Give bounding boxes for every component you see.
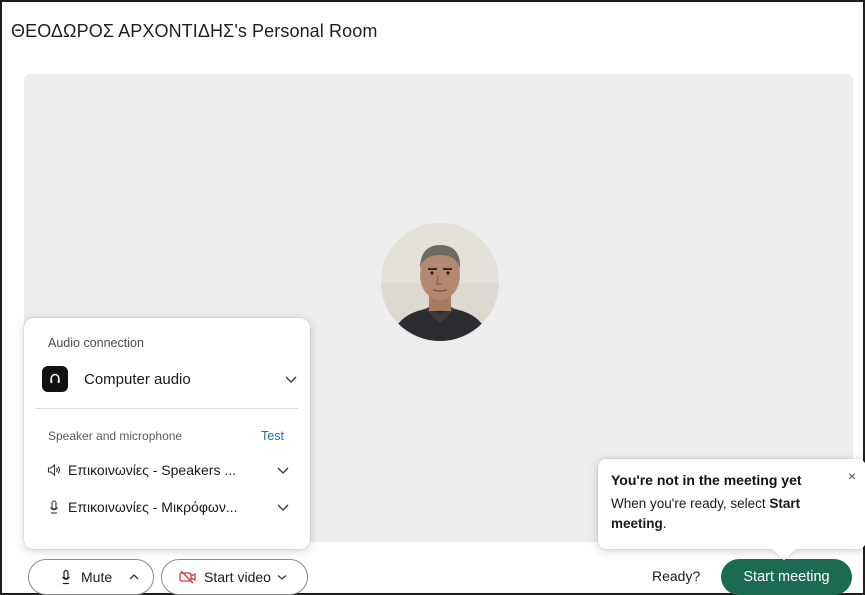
audio-connection-select[interactable]: Computer audio bbox=[42, 365, 298, 393]
microphone-icon bbox=[62, 569, 70, 585]
audio-connection-label: Computer audio bbox=[84, 370, 191, 388]
mute-label: Mute bbox=[81, 569, 113, 585]
headset-icon bbox=[42, 366, 68, 392]
app-window: ΘΕΟΔΩΡΟΣ ΑΡΧΟΝΤΙΔΗΣ's Personal Room Audi… bbox=[0, 0, 865, 595]
ready-label: Ready? bbox=[652, 568, 701, 584]
microphone-device-label: Επικοινωνίες - Μικρόφων... bbox=[68, 499, 238, 515]
user-avatar bbox=[381, 223, 499, 341]
speaker-device-label: Επικοινωνίες - Speakers ... bbox=[68, 462, 237, 478]
chevron-down-icon bbox=[277, 467, 289, 474]
room-title: ΘΕΟΔΩΡΟΣ ΑΡΧΟΝΤΙΔΗΣ's Personal Room bbox=[11, 21, 378, 41]
speaker-device-select[interactable]: Επικοινωνίες - Speakers ... bbox=[46, 459, 290, 481]
speaker-icon bbox=[47, 463, 60, 477]
user-photo-icon bbox=[381, 223, 499, 341]
divider bbox=[36, 408, 298, 409]
microphone-device-select[interactable]: Επικοινωνίες - Μικρόφων... bbox=[46, 496, 290, 518]
test-audio-link[interactable]: Test bbox=[261, 429, 284, 443]
start-video-label: Start video bbox=[204, 569, 271, 585]
chevron-down-icon bbox=[277, 504, 289, 511]
chevron-up-icon bbox=[129, 574, 139, 580]
chevron-down-icon bbox=[285, 376, 297, 383]
tooltip-body-text: When you're ready, select bbox=[611, 496, 770, 511]
start-meeting-button[interactable]: Start meeting bbox=[721, 559, 852, 595]
close-icon[interactable]: × bbox=[848, 468, 856, 484]
microphone-icon bbox=[50, 500, 58, 514]
tooltip-title: You're not in the meeting yet bbox=[611, 472, 802, 488]
start-video-button[interactable]: Start video bbox=[161, 559, 308, 595]
mute-button[interactable]: Mute bbox=[28, 559, 154, 595]
video-off-icon bbox=[179, 570, 196, 584]
tooltip-body: When you're ready, select Start meeting. bbox=[611, 494, 837, 534]
tooltip-arrow bbox=[772, 537, 796, 561]
tooltip-body-suffix: . bbox=[662, 516, 667, 531]
speaker-microphone-heading: Speaker and microphone bbox=[48, 429, 183, 443]
not-in-meeting-tooltip: You're not in the meeting yet When you'r… bbox=[598, 459, 865, 561]
audio-settings-panel: Audio connection Computer audio Speaker … bbox=[24, 318, 310, 549]
chevron-down-icon bbox=[277, 575, 287, 580]
audio-connection-heading: Audio connection bbox=[48, 336, 144, 350]
